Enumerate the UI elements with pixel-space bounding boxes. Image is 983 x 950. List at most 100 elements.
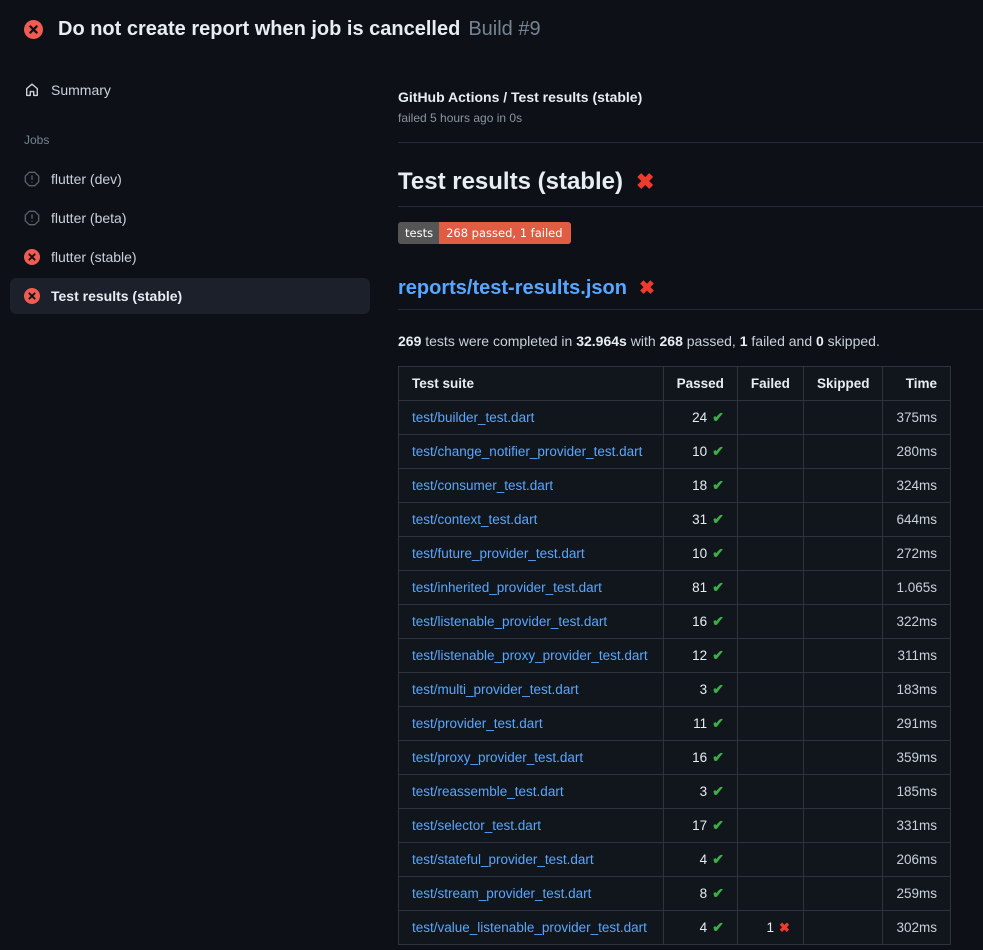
- failed-cell: [737, 707, 803, 741]
- main-content: GitHub Actions / Test results (stable) f…: [398, 53, 983, 945]
- check-icon: ✔: [712, 511, 724, 527]
- table-row: test/reassemble_test.dart3✔185ms: [399, 775, 951, 809]
- table-row: test/listenable_proxy_provider_test.dart…: [399, 639, 951, 673]
- divider: [398, 309, 983, 310]
- passed-cell: 24✔: [663, 401, 737, 435]
- run-failed-icon: [24, 20, 43, 39]
- table-row: test/selector_test.dart17✔331ms: [399, 809, 951, 843]
- time-cell: 272ms: [883, 537, 951, 571]
- skipped-cell: [803, 469, 883, 503]
- divider: [398, 206, 983, 207]
- sidebar: Summary Jobs flutter (dev)flutter (beta)…: [0, 53, 398, 945]
- suite-link[interactable]: test/stateful_provider_test.dart: [412, 852, 594, 867]
- suite-link[interactable]: test/listenable_provider_test.dart: [412, 614, 607, 629]
- failed-cell: 1✖: [737, 911, 803, 945]
- failed-cell-count: 1: [767, 920, 775, 935]
- suite-link[interactable]: test/future_provider_test.dart: [412, 546, 585, 561]
- skipped-cell: [803, 877, 883, 911]
- job-item-label: Test results (stable): [51, 288, 182, 304]
- failed-cell: [737, 809, 803, 843]
- breadcrumb: GitHub Actions / Test results (stable): [398, 89, 983, 105]
- table-row: test/listenable_provider_test.dart16✔322…: [399, 605, 951, 639]
- passed-cell: 16✔: [663, 605, 737, 639]
- sidebar-item-flutter-beta[interactable]: flutter (beta): [10, 200, 370, 236]
- failed-cell: [737, 503, 803, 537]
- passed-cell: 3✔: [663, 775, 737, 809]
- skipped-cell: [803, 571, 883, 605]
- job-item-label: flutter (stable): [51, 249, 137, 265]
- suite-cell: test/future_provider_test.dart: [399, 537, 664, 571]
- sidebar-item-test-results-stable[interactable]: Test results (stable): [10, 278, 370, 314]
- passed-cell: 81✔: [663, 571, 737, 605]
- check-icon: ✔: [712, 851, 724, 867]
- passed-cell: 10✔: [663, 537, 737, 571]
- failed-cell: [737, 435, 803, 469]
- failed-cell: [737, 469, 803, 503]
- skipped-cell: [803, 707, 883, 741]
- sidebar-item-summary[interactable]: Summary: [10, 73, 370, 107]
- passed-cell-count: 10: [692, 444, 707, 459]
- time-cell: 644ms: [883, 503, 951, 537]
- sidebar-summary-label: Summary: [51, 82, 111, 98]
- check-icon: ✔: [712, 647, 724, 663]
- jobs-list: flutter (dev)flutter (beta) flutter (stab…: [10, 161, 370, 314]
- suite-link[interactable]: test/provider_test.dart: [412, 716, 543, 731]
- passed-cell: 12✔: [663, 639, 737, 673]
- check-icon: ✔: [712, 579, 724, 595]
- skipped-cell: [803, 639, 883, 673]
- check-icon: ✔: [712, 783, 724, 799]
- section-heading: Test results (stable) ✖: [398, 168, 983, 196]
- time-cell: 324ms: [883, 469, 951, 503]
- skipped-cell: [803, 673, 883, 707]
- suite-link[interactable]: test/proxy_provider_test.dart: [412, 750, 583, 765]
- sidebar-item-flutter-stable[interactable]: flutter (stable): [10, 239, 370, 275]
- time-cell: 291ms: [883, 707, 951, 741]
- suite-link[interactable]: test/inherited_provider_test.dart: [412, 580, 602, 595]
- failed-cell: [737, 401, 803, 435]
- run-header: Do not create report when job is cancell…: [0, 0, 983, 53]
- x-circle-icon: [24, 288, 40, 304]
- suite-cell: test/inherited_provider_test.dart: [399, 571, 664, 605]
- skipped-cell: [803, 741, 883, 775]
- time-cell: 206ms: [883, 843, 951, 877]
- skipped-cell: [803, 503, 883, 537]
- check-icon: ✔: [712, 443, 724, 459]
- passed-cell: 16✔: [663, 741, 737, 775]
- table-header-row: Test suite Passed Failed Skipped Time: [399, 367, 951, 401]
- suite-link[interactable]: test/value_listenable_provider_test.dart: [412, 920, 647, 935]
- passed-cell-count: 8: [700, 886, 708, 901]
- suite-link[interactable]: test/reassemble_test.dart: [412, 784, 564, 799]
- stop-cancelled-icon: [24, 171, 40, 187]
- passed-cell-count: 4: [700, 920, 708, 935]
- badge-value: 268 passed, 1 failed: [439, 222, 570, 244]
- time-cell: 280ms: [883, 435, 951, 469]
- suite-cell: test/listenable_proxy_provider_test.dart: [399, 639, 664, 673]
- suite-link[interactable]: test/change_notifier_provider_test.dart: [412, 444, 642, 459]
- suite-link[interactable]: test/builder_test.dart: [412, 410, 534, 425]
- passed-cell: 31✔: [663, 503, 737, 537]
- failed-x-icon: ✖: [639, 279, 655, 298]
- time-cell: 1.065s: [883, 571, 951, 605]
- passed-cell-count: 18: [692, 478, 707, 493]
- time-cell: 375ms: [883, 401, 951, 435]
- suite-link[interactable]: test/selector_test.dart: [412, 818, 541, 833]
- divider: [398, 142, 983, 143]
- suite-link[interactable]: test/listenable_proxy_provider_test.dart: [412, 648, 648, 663]
- suite-link[interactable]: test/context_test.dart: [412, 512, 537, 527]
- report-heading: reports/test-results.json ✖: [398, 277, 983, 300]
- column-header-test-suite: Test suite: [399, 367, 664, 401]
- suite-cell: test/context_test.dart: [399, 503, 664, 537]
- failed-cell: [737, 605, 803, 639]
- x-icon: ✖: [779, 920, 790, 935]
- sidebar-item-flutter-dev[interactable]: flutter (dev): [10, 161, 370, 197]
- report-file-link[interactable]: reports/test-results.json: [398, 277, 627, 300]
- suite-link[interactable]: test/consumer_test.dart: [412, 478, 553, 493]
- check-icon: ✔: [712, 681, 724, 697]
- check-icon: ✔: [712, 919, 724, 935]
- suite-cell: test/consumer_test.dart: [399, 469, 664, 503]
- suite-link[interactable]: test/stream_provider_test.dart: [412, 886, 591, 901]
- table-row: test/inherited_provider_test.dart 81✔ 1.06…: [399, 571, 951, 605]
- suite-cell: test/change_notifier_provider_test.dart: [399, 435, 664, 469]
- suite-link[interactable]: test/multi_provider_test.dart: [412, 682, 579, 697]
- failed-count: 1: [740, 333, 748, 349]
